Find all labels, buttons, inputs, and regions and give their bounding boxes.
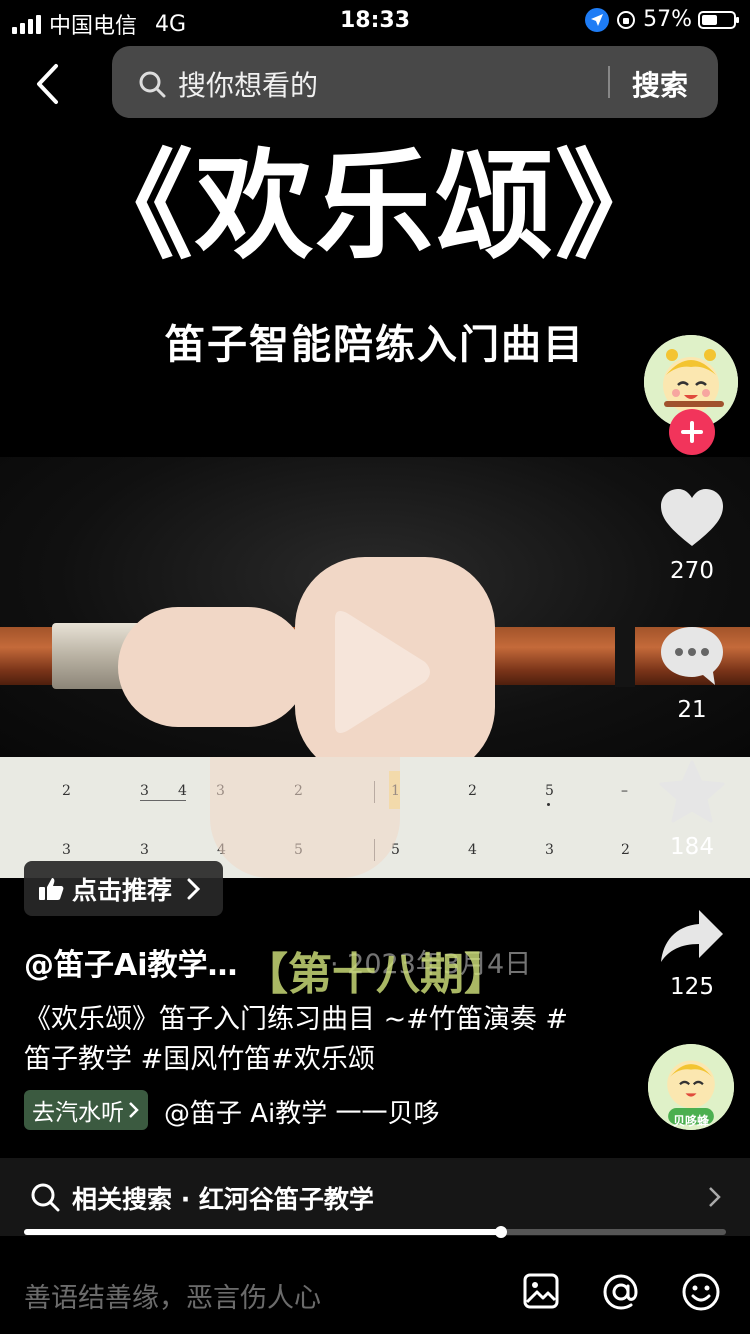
battery-percent: 57% [643, 7, 692, 32]
video-progress-bar[interactable] [24, 1226, 726, 1238]
comment-icon [661, 627, 723, 685]
favorite-button[interactable]: 184 [642, 760, 742, 860]
left-hand-image [118, 607, 308, 727]
back-button[interactable] [30, 62, 70, 106]
share-arrow-icon [661, 910, 723, 962]
open-music-button[interactable]: 去汽水听 [24, 1090, 148, 1130]
recommend-button[interactable]: 点击推荐 [24, 861, 223, 916]
chevron-right-icon [709, 1187, 721, 1207]
video-player[interactable] [0, 457, 750, 757]
follow-button[interactable] [669, 409, 715, 455]
plus-icon [681, 421, 703, 443]
author-name[interactable]: @笛子Ai教学… [24, 940, 238, 984]
music-title[interactable]: @笛子 Ai教学 一一贝哆 [164, 1093, 474, 1130]
status-bar: 中国电信 4G 18:33 57% [0, 0, 750, 44]
emoji-icon[interactable] [681, 1272, 721, 1312]
like-button[interactable]: 270 [642, 488, 742, 584]
music-avatar[interactable]: 贝哆蜂 [648, 1044, 734, 1130]
chevron-left-icon [37, 64, 58, 104]
chevron-right-icon [129, 1102, 139, 1118]
comment-button[interactable]: 21 [642, 625, 742, 723]
thumbs-up-icon [39, 877, 64, 900]
progress-knob[interactable] [495, 1226, 508, 1238]
post-description: 《欢乐颂》笛子入门练习曲目 ~#竹笛演奏 #笛子教学 #国风竹笛#欢乐颂 [24, 1004, 569, 1075]
related-search-bar[interactable]: 相关搜索 · 红河谷笛子教学 [0, 1158, 750, 1236]
heart-icon [661, 489, 723, 546]
chevron-right-icon [187, 878, 201, 899]
recommend-label: 点击推荐 [72, 875, 173, 905]
progress-fill [24, 1229, 502, 1235]
comment-input[interactable]: 善语结善缘，恶言伤人心 [24, 1276, 321, 1315]
music-avatar-label: 贝哆蜂 [672, 1114, 709, 1128]
video-subtitle-text: 笛子智能陪练入门曲目 [165, 322, 585, 368]
hand-overlay-image [210, 757, 400, 878]
favorite-count: 184 [670, 834, 714, 860]
comment-bar: 善语结善缘，恶言伤人心 [0, 1246, 750, 1334]
video-title-text: 《欢乐颂》 [74, 137, 675, 275]
open-music-label: 去汽水听 [32, 1100, 124, 1126]
related-search-text: 相关搜索 · 红河谷笛子教学 [72, 1185, 374, 1214]
image-icon[interactable] [522, 1272, 560, 1310]
at-mention-icon[interactable] [601, 1272, 641, 1312]
share-count: 125 [670, 974, 714, 1000]
share-button[interactable]: 125 [642, 908, 742, 1000]
play-icon[interactable] [325, 607, 435, 737]
battery-icon [698, 10, 739, 29]
search-placeholder[interactable]: 搜你想看的 [178, 64, 318, 104]
orientation-lock-icon [617, 10, 636, 29]
search-divider [608, 66, 610, 98]
search-icon [139, 71, 166, 98]
search-bar[interactable]: 搜你想看的 搜索 [112, 46, 718, 118]
comment-count: 21 [677, 697, 707, 723]
like-count: 270 [670, 558, 714, 584]
location-icon [585, 7, 610, 32]
search-submit-button[interactable]: 搜索 [632, 64, 688, 104]
star-icon [659, 760, 725, 823]
search-icon [31, 1183, 60, 1212]
episode-overlay-text: 【第十八期】 [244, 949, 508, 1000]
